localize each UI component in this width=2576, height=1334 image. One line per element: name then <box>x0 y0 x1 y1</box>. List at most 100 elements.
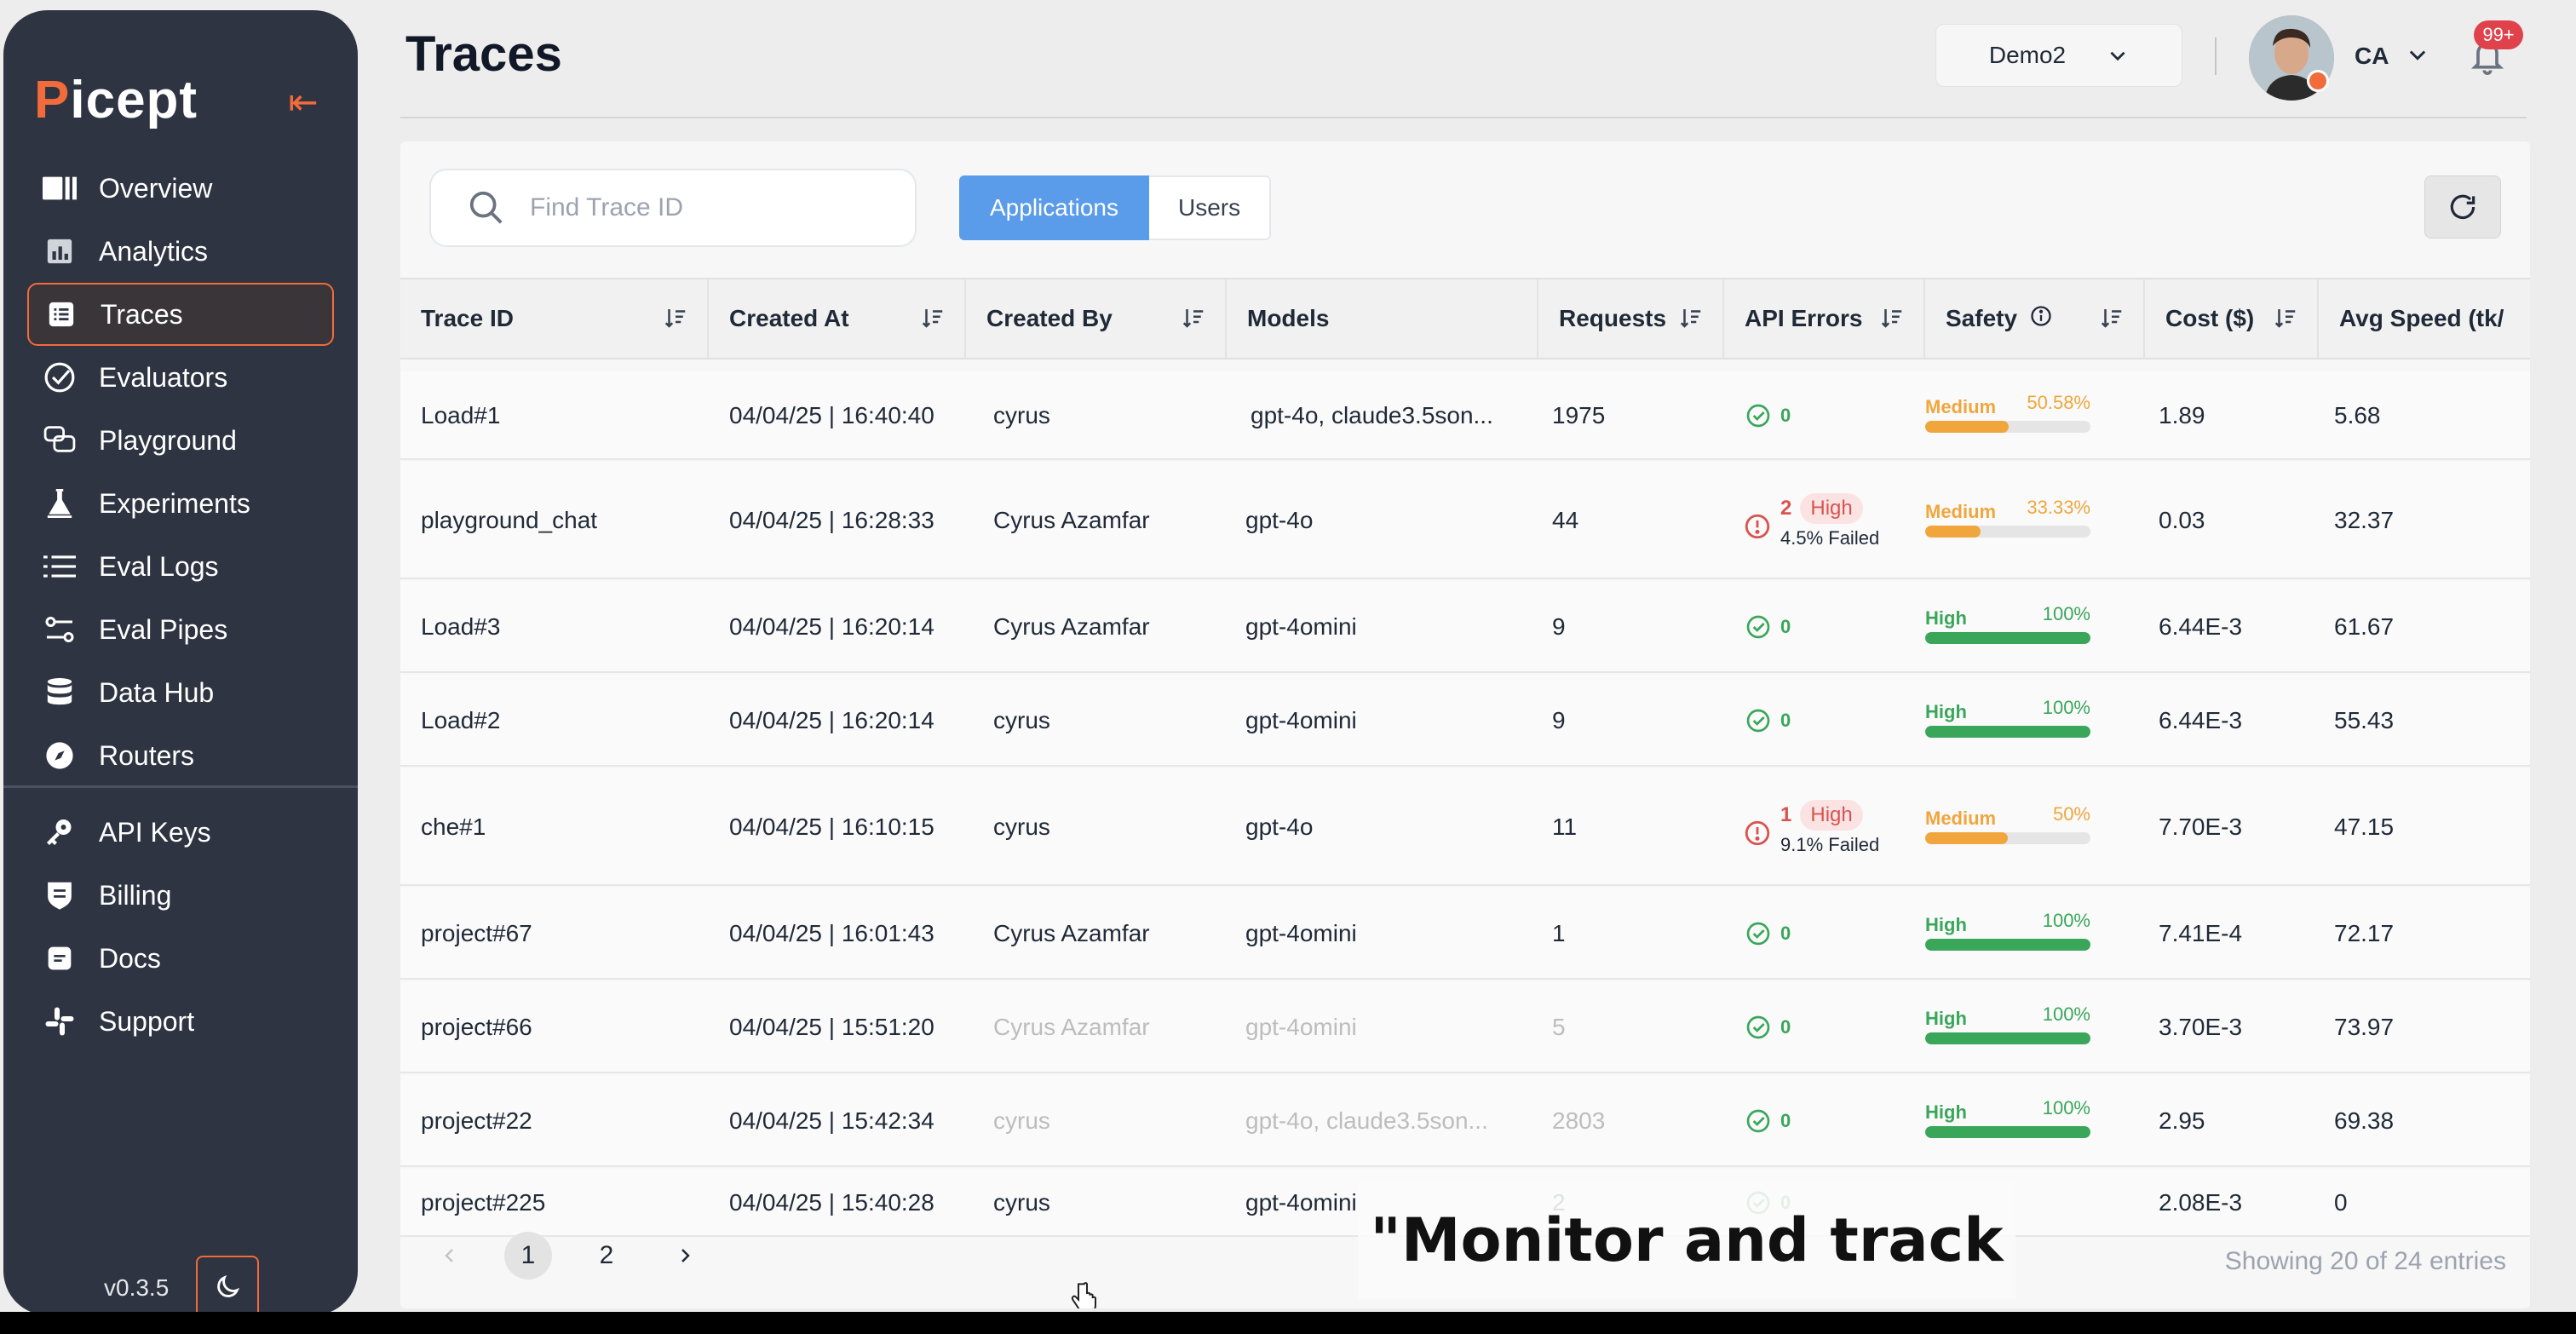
sidebar-item-api-keys[interactable]: API Keys <box>27 801 334 864</box>
sidebar-item-eval-pipes[interactable]: Eval Pipes <box>27 598 334 661</box>
safety-indicator: High 100% <box>1925 1097 2090 1141</box>
sidebar-item-label: Evaluators <box>99 361 228 393</box>
sidebar-item-overview[interactable]: Overview <box>27 157 334 220</box>
column-header-created-by[interactable]: Created By <box>966 279 1227 358</box>
refresh-button[interactable] <box>2424 175 2501 239</box>
column-header-api-errors[interactable]: API Errors <box>1724 279 1925 358</box>
chevron-down-icon[interactable] <box>2406 43 2429 66</box>
sort-icon[interactable] <box>2273 305 2298 336</box>
sort-icon[interactable] <box>2099 305 2125 336</box>
cell-created-by: cyrus <box>993 707 1050 733</box>
sort-icon[interactable] <box>1879 305 1905 336</box>
page-button-2[interactable]: 2 <box>583 1232 630 1279</box>
failed-rate: 9.1% Failed <box>1780 834 1880 855</box>
column-header-trace-id[interactable]: Trace ID <box>400 279 709 358</box>
cell-trace-id[interactable]: playground_chat <box>421 507 597 534</box>
header-divider <box>400 117 2527 118</box>
sidebar-divider <box>3 785 358 788</box>
api-errors-count: 0 <box>1780 1110 1791 1131</box>
column-header-requests[interactable]: Requests <box>1538 279 1724 358</box>
alert-circle-icon <box>1745 514 1770 539</box>
cell-trace-id[interactable]: Load#2 <box>421 707 500 734</box>
sidebar-item-eval-logs[interactable]: Eval Logs <box>27 535 334 598</box>
search-input[interactable] <box>530 193 888 222</box>
table-row[interactable]: project#66 04/04/25 | 15:51:20 Cyrus Azamf… <box>400 981 2530 1073</box>
sort-icon[interactable] <box>1181 305 1206 336</box>
safety-bar <box>1925 1126 2090 1138</box>
api-errors-ok: 0 <box>1745 402 1791 429</box>
sidebar-nav-secondary: API Keys Billing Docs Support <box>27 801 334 1053</box>
safety-bar-fill <box>1925 832 2008 844</box>
table-row[interactable]: playground_chat 04/04/25 | 16:28:33 Cyrus … <box>400 462 2530 579</box>
safety-percent: 50% <box>2052 803 2090 825</box>
sidebar-item-label: Analytics <box>99 235 209 267</box>
search-box[interactable] <box>429 169 917 247</box>
api-errors-ok: 0 <box>1745 707 1791 734</box>
cell-trace-id[interactable]: project#67 <box>421 920 532 947</box>
sidebar-item-label: Billing <box>99 879 172 911</box>
column-header-models[interactable]: Models <box>1227 279 1538 358</box>
column-header-avg-speed-tk[interactable]: Avg Speed (tk/ <box>2319 279 2530 358</box>
cell-cost: 6.44E-3 <box>2159 707 2243 733</box>
workspace-name: Demo2 <box>1988 42 2067 68</box>
database-icon <box>41 674 78 711</box>
theme-toggle-button[interactable] <box>196 1256 259 1312</box>
cell-created-by: cyrus <box>993 814 1050 840</box>
cell-trace-id[interactable]: Load#3 <box>421 613 500 641</box>
table-row[interactable]: Load#1 04/04/25 | 16:40:40 cyrus gpt-4o, cl… <box>400 371 2530 460</box>
sidebar-item-support[interactable]: Support <box>27 990 334 1053</box>
cell-created-by: cyrus <box>993 1107 1050 1134</box>
cell-trace-id[interactable]: Load#1 <box>421 402 500 429</box>
next-page-button[interactable] <box>661 1232 709 1279</box>
sidebar-item-docs[interactable]: Docs <box>27 927 334 990</box>
sidebar-item-evaluators[interactable]: Evaluators <box>27 346 334 409</box>
api-errors-failed[interactable]: 2 High 4.5% Failed <box>1743 492 1879 549</box>
sidebar-item-billing[interactable]: Billing <box>27 864 334 927</box>
sidebar-item-routers[interactable]: Routers <box>27 724 334 787</box>
safety-percent: 50.58% <box>2027 392 2090 413</box>
list-lines-icon <box>41 548 78 585</box>
safety-bar-fill <box>1925 726 2090 738</box>
cell-cost: 0.03 <box>2159 507 2205 533</box>
tab-applications[interactable]: Applications <box>959 175 1149 240</box>
safety-bar-fill <box>1925 632 2090 644</box>
cell-trace-id[interactable]: project#225 <box>421 1189 545 1216</box>
column-header-cost[interactable]: Cost ($) <box>2145 279 2319 358</box>
sort-icon[interactable] <box>920 305 946 336</box>
safety-bar-fill <box>1925 526 1981 538</box>
sort-icon[interactable] <box>1678 305 1704 336</box>
table-row[interactable]: che#1 04/04/25 | 16:10:15 cyrus gpt-4o 11 1 Hi… <box>400 768 2530 886</box>
column-header-safety[interactable]: Safety <box>1925 279 2145 358</box>
workspace-select[interactable]: Demo2 <box>1935 24 2182 87</box>
api-errors-failed[interactable]: 1 High 9.1% Failed <box>1743 798 1879 856</box>
cell-created-at: 04/04/25 | 16:40:40 <box>729 402 934 428</box>
page-button-1[interactable]: 1 <box>504 1232 552 1279</box>
compass-icon <box>41 737 78 774</box>
sort-icon[interactable] <box>663 305 688 336</box>
sidebar-item-experiments[interactable]: Experiments <box>27 472 334 535</box>
cell-models: gpt-4omini <box>1245 1014 1357 1040</box>
tab-users[interactable]: Users <box>1148 175 1272 240</box>
cell-trace-id[interactable]: che#1 <box>421 814 486 841</box>
sidebar-item-data-hub[interactable]: Data Hub <box>27 661 334 724</box>
app-version: v0.3.5 <box>104 1274 170 1301</box>
prev-page-button[interactable] <box>426 1232 474 1279</box>
table-row[interactable]: Load#3 04/04/25 | 16:20:14 Cyrus Azamfar gp… <box>400 581 2530 673</box>
sidebar-item-playground[interactable]: Playground <box>27 409 334 472</box>
column-header-created-at[interactable]: Created At <box>709 279 966 358</box>
cell-speed: 61.67 <box>2334 613 2395 640</box>
collapse-left-arrow-icon[interactable]: ⇤ <box>285 83 322 121</box>
cell-trace-id[interactable]: project#66 <box>421 1014 532 1041</box>
sidebar-item-analytics[interactable]: Analytics <box>27 220 334 283</box>
cell-speed: 69.38 <box>2334 1107 2395 1134</box>
cell-created-at: 04/04/25 | 16:01:43 <box>729 920 934 946</box>
cell-cost: 6.44E-3 <box>2159 613 2243 640</box>
cell-created-at: 04/04/25 | 16:20:14 <box>729 707 934 733</box>
info-icon[interactable] <box>2029 304 2053 334</box>
table-row[interactable]: Load#2 04/04/25 | 16:20:14 cyrus gpt-4omini… <box>400 675 2530 767</box>
cell-trace-id[interactable]: project#22 <box>421 1107 532 1135</box>
table-row[interactable]: project#22 04/04/25 | 15:42:34 cyrus gpt-4o… <box>400 1075 2530 1167</box>
table-row[interactable]: project#67 04/04/25 | 16:01:43 Cyrus Azamf… <box>400 888 2530 980</box>
user-initials[interactable]: CA <box>2355 43 2389 70</box>
sidebar-item-traces[interactable]: Traces <box>27 283 334 346</box>
